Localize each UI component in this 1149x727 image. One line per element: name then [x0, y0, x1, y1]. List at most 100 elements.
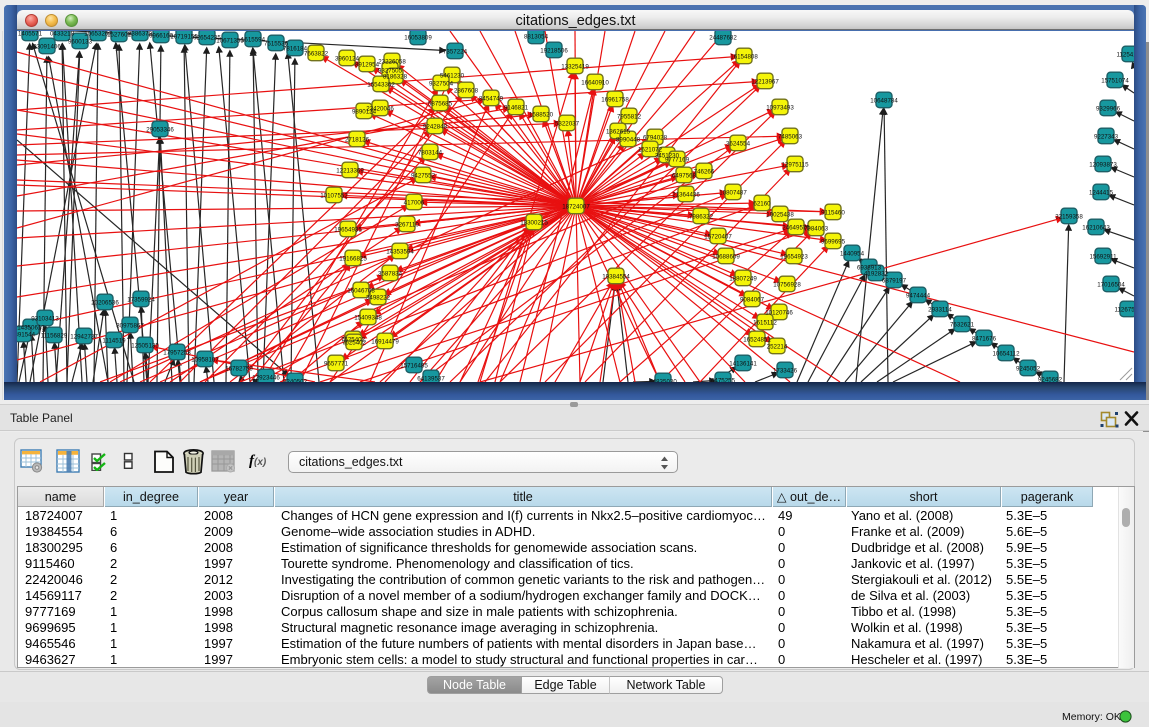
svg-text:23226058: 23226058 [378, 58, 406, 65]
svg-text:12505135: 12505135 [131, 342, 159, 349]
svg-text:18724007: 18724007 [562, 203, 590, 210]
svg-text:5875685: 5875685 [428, 100, 453, 107]
svg-text:13325419: 13325419 [561, 63, 589, 70]
svg-text:7632621: 7632621 [950, 321, 975, 328]
svg-text:16046708: 16046708 [347, 287, 375, 294]
svg-text:2718126: 2718126 [345, 136, 370, 143]
svg-text:16640910: 16640910 [581, 79, 609, 86]
svg-text:3267110: 3267110 [395, 221, 419, 228]
svg-text:19218506: 19218506 [540, 47, 568, 54]
svg-text:14353594: 14353594 [386, 248, 414, 255]
svg-text:32159358: 32159358 [1055, 213, 1083, 220]
svg-text:64139537: 64139537 [417, 375, 445, 382]
svg-text:12093873: 12093873 [1089, 161, 1117, 168]
svg-text:10654112: 10654112 [992, 350, 1020, 357]
svg-text:16914479: 16914479 [371, 338, 399, 345]
svg-text:10107552: 10107552 [320, 192, 348, 199]
svg-text:1362615: 1362615 [606, 128, 631, 135]
svg-text:12213967: 12213967 [751, 78, 779, 85]
svg-text:5322037: 5322037 [555, 120, 580, 127]
svg-text:9890124: 9890124 [352, 108, 377, 115]
svg-text:1440954: 1440954 [840, 250, 865, 257]
svg-text:12975115: 12975115 [781, 161, 809, 168]
svg-text:8454749: 8454749 [479, 95, 504, 102]
svg-text:7663822: 7663822 [304, 50, 329, 57]
svg-text:30975867: 30975867 [116, 322, 144, 329]
svg-text:17016504: 17016504 [1097, 281, 1125, 288]
svg-text:7357224: 7357224 [443, 48, 468, 55]
svg-text:17359924: 17359924 [127, 296, 155, 303]
svg-text:5461230: 5461230 [440, 72, 465, 79]
svg-text:9600133: 9600133 [68, 38, 93, 45]
svg-text:417006: 417006 [404, 199, 425, 206]
svg-text:64835030: 64835030 [649, 378, 677, 382]
svg-text:6475255: 6475255 [711, 377, 736, 382]
svg-text:7984063: 7984063 [804, 225, 829, 232]
svg-text:15716485: 15716485 [400, 362, 428, 369]
svg-text:8912954: 8912954 [355, 61, 380, 68]
svg-text:10973493: 10973493 [766, 104, 794, 111]
svg-text:12942737: 12942737 [70, 333, 98, 340]
svg-text:3587834: 3587834 [378, 270, 403, 277]
svg-text:11267530: 11267530 [1114, 306, 1134, 313]
svg-text:1733426: 1733426 [773, 367, 798, 374]
svg-text:15720407: 15720407 [704, 233, 732, 240]
svg-text:1615112: 1615112 [753, 319, 777, 326]
svg-text:16782759: 16782759 [225, 365, 253, 372]
svg-text:10958107: 10958107 [191, 356, 219, 363]
svg-text:9240502: 9240502 [283, 378, 308, 382]
svg-text:4192832: 4192832 [864, 270, 889, 277]
svg-text:16154808: 16154808 [730, 53, 758, 60]
svg-text:14136141: 14136141 [729, 360, 757, 367]
svg-text:10120746: 10120746 [765, 309, 793, 316]
svg-text:18807249: 18807249 [729, 275, 757, 282]
svg-text:9084067: 9084067 [740, 296, 765, 303]
svg-text:7625402: 7625402 [342, 339, 367, 346]
svg-text:7955812: 7955812 [617, 113, 642, 120]
svg-text:1405571: 1405571 [18, 31, 43, 37]
svg-text:9245682: 9245682 [1038, 376, 1063, 382]
svg-text:19384554: 19384554 [602, 273, 630, 280]
svg-text:3498222: 3498222 [366, 294, 391, 301]
svg-text:19654935: 19654935 [334, 226, 362, 233]
svg-text:9699695: 9699695 [821, 238, 846, 245]
svg-text:10688609: 10688609 [712, 253, 740, 260]
svg-text:10025438: 10025438 [766, 211, 794, 218]
svg-text:23091406: 23091406 [33, 43, 61, 50]
svg-text:20206536: 20206536 [91, 299, 119, 306]
svg-text:746266: 746266 [694, 168, 715, 175]
svg-text:9327504: 9327504 [429, 80, 454, 87]
svg-text:12923446: 12923446 [252, 374, 280, 381]
svg-text:252214: 252214 [767, 343, 788, 350]
svg-text:19166825: 19166825 [339, 255, 367, 262]
svg-text:15409348: 15409348 [354, 314, 382, 321]
svg-text:9329966: 9329966 [1096, 105, 1121, 112]
svg-text:16543362: 16543362 [367, 81, 395, 88]
svg-text:62160: 62160 [753, 200, 771, 207]
svg-text:0433218: 0433218 [50, 31, 75, 37]
svg-text:16210643: 16210643 [1082, 224, 1110, 231]
svg-text:16053809: 16053809 [404, 34, 432, 41]
svg-text:2867608: 2867608 [454, 87, 479, 94]
svg-text:17957253: 17957253 [163, 349, 191, 356]
svg-text:16961758: 16961758 [601, 96, 629, 103]
svg-text:6497568: 6497568 [672, 172, 697, 179]
svg-text:10756928: 10756928 [773, 281, 801, 288]
svg-text:9777169: 9777169 [665, 156, 690, 163]
svg-text:10807487: 10807487 [719, 189, 747, 196]
svg-text:2933114: 2933114 [928, 306, 952, 313]
svg-text:1114519: 1114519 [102, 337, 126, 344]
svg-text:6879197: 6879197 [882, 277, 907, 284]
svg-text:15692911: 15692911 [1089, 253, 1117, 260]
svg-text:14350613: 14350613 [17, 324, 45, 331]
svg-text:15751074: 15751074 [1101, 77, 1129, 84]
svg-text:1391544: 1391544 [17, 331, 36, 338]
svg-text:7485063: 7485063 [778, 133, 803, 140]
svg-text:21364436: 21364436 [672, 191, 700, 198]
svg-text:9657771: 9657771 [324, 360, 349, 367]
svg-text:8186328: 8186328 [383, 73, 408, 80]
svg-text:12213369: 12213369 [336, 167, 364, 174]
svg-text:24487682: 24487682 [709, 34, 737, 41]
svg-text:7803144: 7803144 [418, 149, 443, 156]
svg-text:9115460: 9115460 [821, 209, 845, 216]
